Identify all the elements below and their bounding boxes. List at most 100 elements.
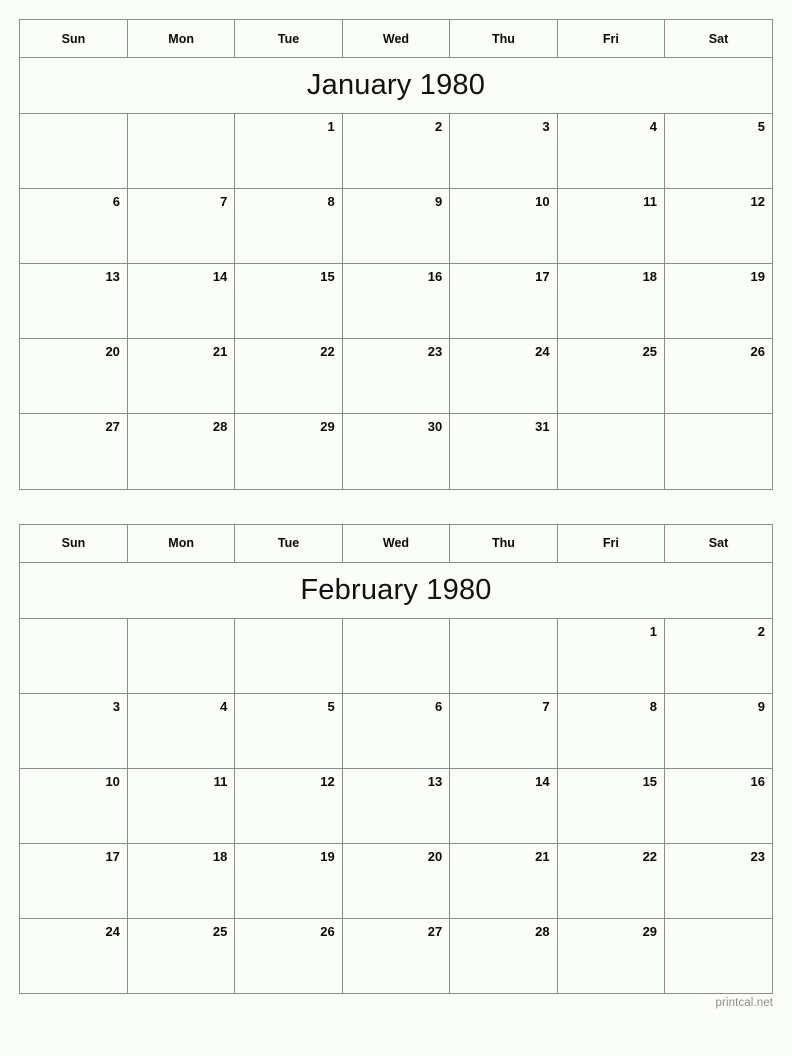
day-cell[interactable]: 27 (342, 918, 451, 993)
day-cell[interactable]: 24 (449, 338, 558, 414)
day-cell[interactable]: 20 (20, 338, 128, 414)
calendar-title-row: January 1980 (20, 57, 772, 114)
day-cell[interactable]: 4 (127, 693, 236, 769)
day-cell[interactable]: 2 (664, 618, 772, 694)
day-cell[interactable]: 7 (449, 693, 558, 769)
calendar-table-january: January 1980 Sun Mon Tue Wed Thu Fri Sat (20, 20, 772, 489)
day-cell[interactable] (449, 618, 558, 694)
day-cell[interactable]: 17 (20, 843, 128, 919)
day-cell[interactable]: 12 (234, 768, 343, 844)
day-cell[interactable]: 26 (234, 918, 343, 993)
calendar-february: February 1980 Sun Mon Tue Wed Thu Fri Sa… (19, 523, 773, 994)
day-cell[interactable]: 5 (234, 693, 343, 769)
weekday-header-sun: Sun (20, 20, 128, 58)
day-cell[interactable]: 14 (449, 768, 558, 844)
day-cell[interactable]: 6 (20, 188, 128, 264)
day-cell[interactable]: 19 (664, 263, 772, 339)
day-cell[interactable]: 1 (557, 618, 666, 694)
calendar-january: January 1980 Sun Mon Tue Wed Thu Fri Sat (19, 19, 773, 490)
day-cell[interactable]: 29 (557, 918, 666, 993)
day-cell[interactable] (127, 618, 236, 694)
day-cell[interactable]: 23 (342, 338, 451, 414)
day-cell[interactable]: 14 (127, 263, 236, 339)
day-cell[interactable] (20, 113, 128, 189)
day-cell[interactable]: 30 (342, 413, 451, 489)
weekday-header-sat: Sat (664, 20, 772, 58)
day-cell[interactable]: 31 (449, 413, 558, 489)
day-cell[interactable]: 17 (449, 263, 558, 339)
calendar-body-january: 1 2 3 4 5 6 7 8 9 10 11 12 13 14 15 16 1… (20, 113, 772, 489)
day-cell[interactable]: 27 (20, 413, 128, 489)
day-cell[interactable]: 3 (449, 113, 558, 189)
day-cell[interactable]: 24 (20, 918, 128, 993)
day-cell[interactable]: 18 (557, 263, 666, 339)
calendar-week-row: 1 2 (20, 618, 772, 694)
day-cell[interactable]: 1 (234, 113, 343, 189)
day-cell[interactable]: 23 (664, 843, 772, 919)
day-cell[interactable]: 19 (234, 843, 343, 919)
calendar-page: January 1980 Sun Mon Tue Wed Thu Fri Sat (0, 0, 792, 1056)
day-cell[interactable] (127, 113, 236, 189)
calendar-week-row: 27 28 29 30 31 (20, 413, 772, 489)
day-cell[interactable]: 21 (449, 843, 558, 919)
day-cell[interactable]: 2 (342, 113, 451, 189)
day-cell[interactable]: 25 (557, 338, 666, 414)
day-cell[interactable]: 5 (664, 113, 772, 189)
day-cell[interactable]: 7 (127, 188, 236, 264)
weekday-header-wed: Wed (342, 20, 451, 58)
weekday-header-row-january: Sun Mon Tue Wed Thu Fri Sat (20, 20, 772, 58)
day-cell[interactable]: 16 (342, 263, 451, 339)
calendar-week-row: 3 4 5 6 7 8 9 (20, 693, 772, 769)
weekday-header-tue: Tue (234, 20, 343, 58)
day-cell[interactable]: 10 (20, 768, 128, 844)
day-cell[interactable] (342, 618, 451, 694)
weekday-header-fri: Fri (557, 20, 666, 58)
day-cell[interactable]: 18 (127, 843, 236, 919)
calendar-week-row: 20 21 22 23 24 25 26 (20, 338, 772, 414)
day-cell[interactable]: 26 (664, 338, 772, 414)
calendar-week-row: 6 7 8 9 10 11 12 (20, 188, 772, 264)
day-cell[interactable]: 21 (127, 338, 236, 414)
calendar-body-february: 1 2 3 4 5 6 7 8 9 10 11 12 13 14 15 16 1… (20, 618, 772, 993)
day-cell[interactable]: 8 (234, 188, 343, 264)
day-cell[interactable]: 11 (127, 768, 236, 844)
calendar-title-row: February 1980 (20, 562, 772, 619)
day-cell[interactable]: 13 (20, 263, 128, 339)
weekday-header-sun: Sun (20, 524, 128, 563)
day-cell[interactable]: 9 (664, 693, 772, 769)
day-cell[interactable]: 16 (664, 768, 772, 844)
weekday-header-tue: Tue (234, 524, 343, 563)
day-cell[interactable]: 15 (557, 768, 666, 844)
day-cell[interactable]: 25 (127, 918, 236, 993)
day-cell[interactable]: 12 (664, 188, 772, 264)
day-cell[interactable]: 9 (342, 188, 451, 264)
day-cell[interactable] (665, 918, 772, 993)
day-cell[interactable]: 6 (342, 693, 451, 769)
weekday-header-mon: Mon (127, 20, 236, 58)
calendar-table-february: February 1980 Sun Mon Tue Wed Thu Fri Sa… (20, 524, 772, 993)
day-cell[interactable]: 22 (557, 843, 666, 919)
weekday-header-row-february: Sun Mon Tue Wed Thu Fri Sat (20, 524, 772, 563)
weekday-header-wed: Wed (342, 524, 451, 563)
day-cell[interactable] (20, 618, 128, 694)
day-cell[interactable] (234, 618, 343, 694)
day-cell[interactable]: 15 (234, 263, 343, 339)
day-cell[interactable] (557, 413, 666, 489)
day-cell[interactable]: 28 (127, 413, 236, 489)
day-cell[interactable]: 8 (557, 693, 666, 769)
day-cell[interactable]: 10 (449, 188, 558, 264)
page-title-february: February 1980 (300, 573, 492, 606)
day-cell[interactable]: 3 (20, 693, 128, 769)
day-cell[interactable]: 4 (557, 113, 666, 189)
site-footer: printcal.net (715, 997, 773, 1009)
day-cell[interactable]: 29 (234, 413, 343, 489)
day-cell[interactable]: 28 (449, 918, 558, 993)
weekday-header-mon: Mon (127, 524, 236, 563)
day-cell[interactable]: 22 (234, 338, 343, 414)
day-cell[interactable] (665, 414, 772, 489)
day-cell[interactable]: 20 (342, 843, 451, 919)
weekday-header-sat: Sat (664, 524, 772, 563)
day-cell[interactable]: 13 (342, 768, 451, 844)
calendar-title-cell: February 1980 (20, 562, 772, 619)
day-cell[interactable]: 11 (557, 188, 666, 264)
